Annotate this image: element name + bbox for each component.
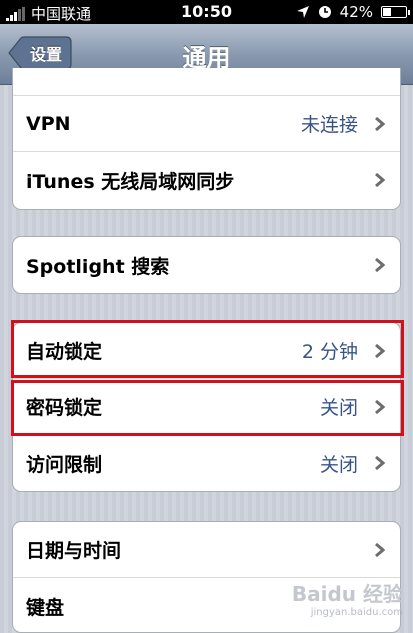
settings-group-spotlight: Spotlight 搜索 (12, 236, 401, 294)
settings-group-lock: 自动锁定 2 分钟 密码锁定 关闭 访问限制 关闭 (12, 322, 401, 492)
watermark: Baidu 经验 jingyan.baidu.com (292, 578, 403, 618)
battery-icon (381, 6, 410, 18)
list-item-date-time[interactable]: 日期与时间 (13, 522, 400, 578)
list-item-auto-lock[interactable]: 自动锁定 2 分钟 (13, 323, 400, 379)
row-value: 2 分钟 (301, 341, 358, 363)
list-item-vpn[interactable]: VPN 未连接 (13, 96, 400, 152)
chevron-right-icon (375, 257, 386, 273)
chevron-right-icon (375, 542, 386, 557)
row-label: 日期与时间 (26, 540, 122, 562)
battery-percent: 42% (339, 3, 373, 21)
row-value: 关闭 (319, 397, 358, 419)
watermark-url: jingyan.baidu.com (310, 607, 403, 618)
row-label: iTunes 无线局域网同步 (26, 170, 235, 193)
chevron-right-icon (375, 343, 386, 358)
row-label: Spotlight 搜索 (26, 255, 170, 278)
row-label: 访问限制 (26, 453, 103, 476)
list-item-restrictions[interactable]: 访问限制 关闭 (13, 435, 400, 491)
list-item-passcode-lock[interactable]: 密码锁定 关闭 (13, 379, 400, 435)
location-arrow-icon (296, 6, 309, 18)
row-label: 自动锁定 (26, 341, 103, 363)
row-label: 键盘 (26, 596, 65, 619)
settings-group-network: VPN 未连接 iTunes 无线局域网同步 (12, 68, 401, 210)
status-right: 42% (296, 3, 410, 21)
list-item-spotlight[interactable]: Spotlight 搜索 (13, 237, 400, 293)
chevron-right-icon (375, 172, 386, 188)
list-item-partial (13, 68, 400, 96)
alarm-clock-icon (318, 6, 331, 18)
list-item-itunes-wifi-sync[interactable]: iTunes 无线局域网同步 (13, 152, 400, 208)
row-value: 未连接 (300, 114, 358, 136)
watermark-brand: Baidu 经验 (291, 582, 403, 606)
chevron-right-icon (375, 116, 386, 131)
chevron-right-icon (375, 399, 386, 414)
row-label: 密码锁定 (26, 397, 103, 419)
chevron-right-icon (375, 455, 386, 471)
row-label: VPN (26, 112, 71, 135)
row-value: 关闭 (319, 453, 358, 476)
status-bar: 中国联通 10:50 42% (0, 0, 413, 24)
